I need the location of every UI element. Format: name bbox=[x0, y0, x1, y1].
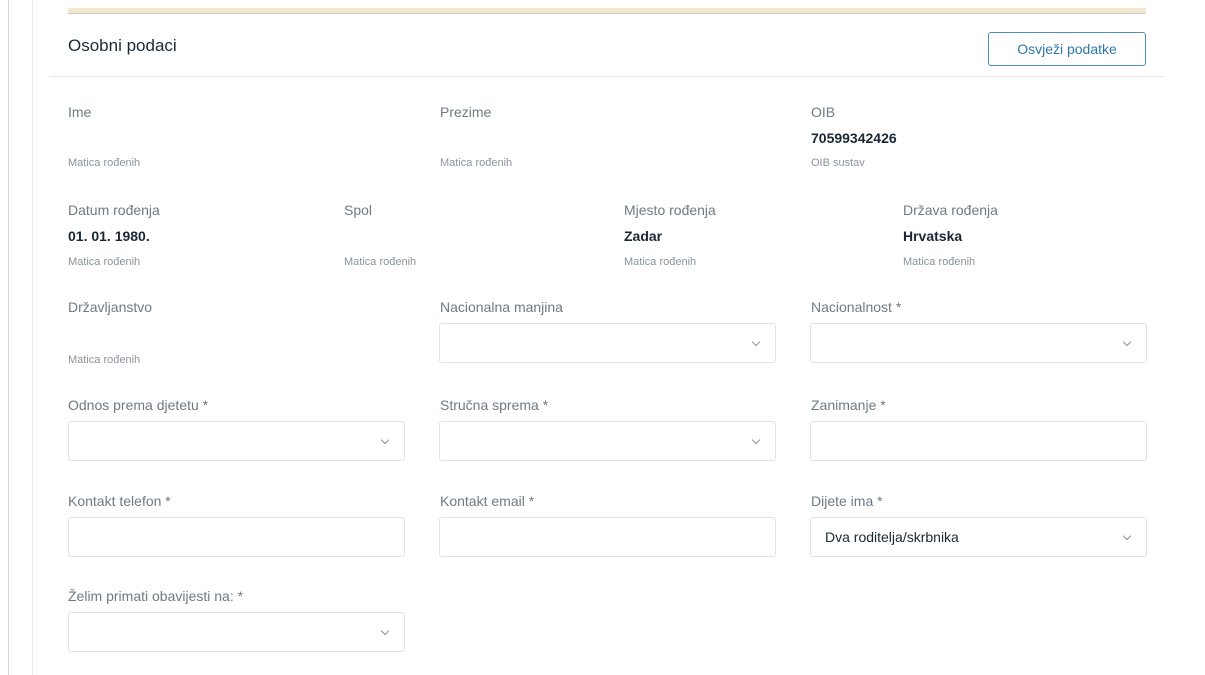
drzavljanstvo-source: Matica rođenih bbox=[68, 354, 141, 366]
kontakt-telefon-input[interactable] bbox=[68, 517, 405, 557]
nacionalnost-select[interactable] bbox=[810, 323, 1147, 363]
odnos-prema-djetetu-select[interactable] bbox=[68, 421, 405, 461]
drzava-rodenja-label: Država rođenja bbox=[903, 202, 998, 218]
nacionalna-manjina-select[interactable] bbox=[439, 323, 776, 363]
obavijesti-select[interactable] bbox=[68, 612, 405, 652]
spol-label: Spol bbox=[344, 202, 373, 218]
oib-source: OIB sustav bbox=[811, 157, 865, 169]
page-left-border bbox=[8, 0, 9, 675]
dijete-ima-select[interactable]: Dva roditelja/skrbnika bbox=[810, 517, 1147, 557]
strucna-sprema-select[interactable] bbox=[439, 421, 776, 461]
mjesto-rodenja-source: Matica rođenih bbox=[624, 256, 697, 268]
nacionalna-manjina-label: Nacionalna manjina bbox=[440, 299, 563, 315]
kontakt-telefon-label: Kontakt telefon * bbox=[68, 493, 171, 509]
chevron-down-icon bbox=[380, 626, 390, 636]
oib-label: OIB bbox=[811, 104, 836, 120]
ime-label: Ime bbox=[68, 104, 92, 120]
chevron-down-icon bbox=[751, 337, 761, 347]
zanimanje-input[interactable] bbox=[810, 421, 1147, 461]
chevron-down-icon bbox=[1122, 337, 1132, 347]
datum-rodenja-label: Datum rođenja bbox=[68, 202, 160, 218]
prezime-source: Matica rođenih bbox=[440, 157, 513, 169]
datum-rodenja-source: Matica rođenih bbox=[68, 256, 141, 268]
ime-source: Matica rođenih bbox=[68, 157, 141, 169]
odnos-prema-djetetu-label: Odnos prema djetetu * bbox=[68, 397, 209, 413]
strucna-sprema-label: Stručna sprema * bbox=[440, 397, 549, 413]
chevron-down-icon bbox=[751, 435, 761, 445]
refresh-data-button[interactable]: Osvježi podatke bbox=[988, 32, 1146, 66]
drzavljanstvo-label: Državljanstvo bbox=[68, 299, 153, 315]
drzava-rodenja-value: Hrvatska bbox=[903, 228, 963, 244]
chevron-down-icon bbox=[1122, 531, 1132, 541]
header-divider bbox=[50, 76, 1165, 77]
datum-rodenja-value: 01. 01. 1980. bbox=[68, 228, 150, 244]
kontakt-email-label: Kontakt email * bbox=[440, 493, 535, 509]
kontakt-email-input[interactable] bbox=[439, 517, 776, 557]
section-title: Osobni podaci bbox=[68, 36, 177, 55]
obavijesti-label: Želim primati obavijesti na: * bbox=[68, 588, 244, 604]
prezime-label: Prezime bbox=[440, 104, 492, 120]
zanimanje-label: Zanimanje * bbox=[811, 397, 886, 413]
drzava-rodenja-source: Matica rođenih bbox=[903, 256, 976, 268]
mjesto-rodenja-label: Mjesto rođenja bbox=[624, 202, 716, 218]
spol-source: Matica rođenih bbox=[344, 256, 417, 268]
card-left-border bbox=[32, 0, 33, 675]
dijete-ima-value: Dva roditelja/skrbnika bbox=[825, 529, 959, 545]
oib-value: 70599342426 bbox=[811, 130, 897, 146]
dijete-ima-label: Dijete ima * bbox=[811, 493, 883, 509]
chevron-down-icon bbox=[380, 435, 390, 445]
nacionalnost-label: Nacionalnost * bbox=[811, 299, 902, 315]
mjesto-rodenja-value: Zadar bbox=[624, 228, 663, 244]
top-accent-bar bbox=[68, 8, 1146, 14]
